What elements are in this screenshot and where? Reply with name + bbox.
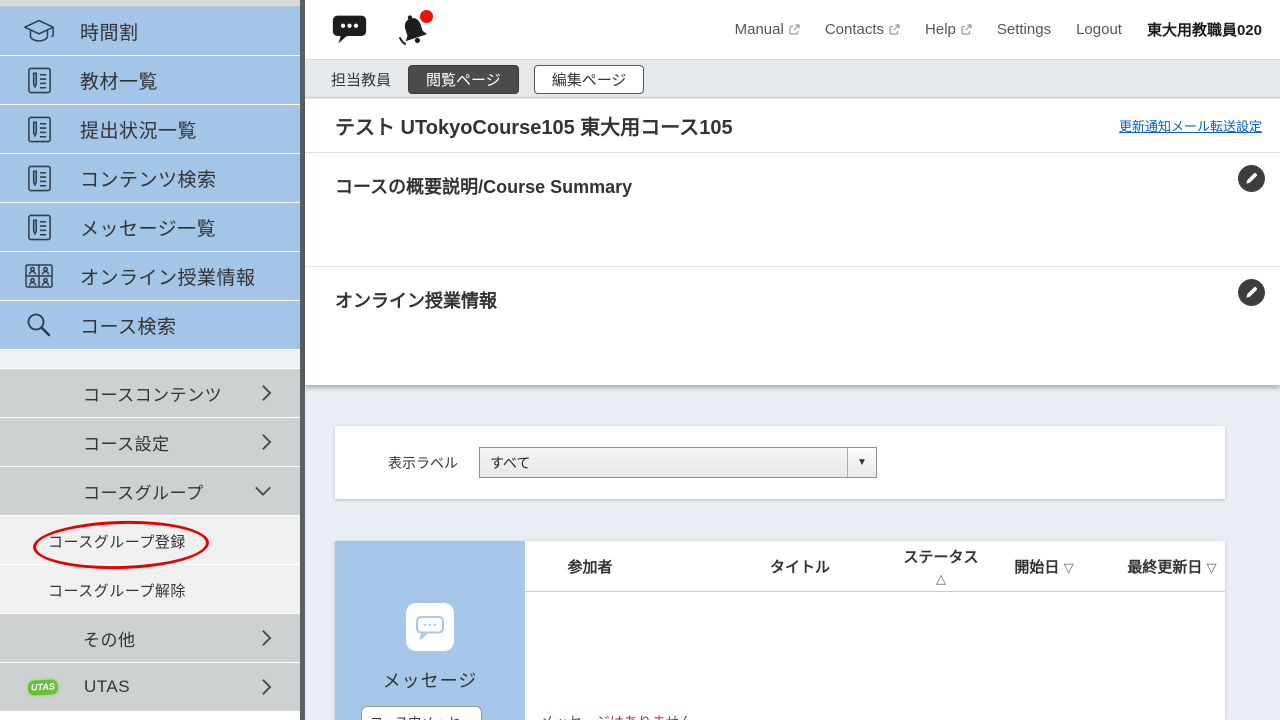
settings-link[interactable]: Settings — [997, 21, 1051, 38]
sidebar-gap — [0, 350, 300, 368]
selected-value: すべて — [490, 453, 847, 473]
course-card: テスト UTokyoCourse105 東大用コース105 更新通知メール転送設… — [305, 99, 1280, 385]
message-category-cell: メッセージ コース内メッセー — [335, 541, 525, 720]
search-icon — [22, 311, 56, 339]
sidebar-item-label: 時間割 — [80, 18, 139, 45]
tabbar: 担当教員 閲覧ページ 編集ページ — [305, 61, 1280, 98]
tab-view-page[interactable]: 閲覧ページ — [408, 65, 519, 94]
chevron-right-icon — [261, 384, 272, 402]
graduation-cap-icon — [22, 17, 56, 45]
help-link[interactable]: Help — [925, 21, 972, 38]
sidebar-item-label: コース検索 — [80, 312, 177, 339]
sidebar-item-course-settings[interactable]: コース設定 — [0, 418, 300, 466]
message-bubble-icon — [406, 603, 454, 651]
sidebar-item-label: 提出状況一覧 — [80, 116, 197, 143]
notification-badge — [420, 10, 433, 23]
chevron-right-icon — [261, 629, 272, 647]
sidebar-item-label: UTAS — [84, 677, 130, 697]
contacts-link[interactable]: Contacts — [825, 21, 900, 38]
chevron-right-icon — [261, 678, 272, 696]
column-header-start-date[interactable]: 開始日 ▽ — [1014, 556, 1073, 577]
sidebar-item-others[interactable]: その他 — [0, 614, 300, 662]
edit-summary-button[interactable] — [1238, 165, 1265, 192]
mail-forward-settings-link[interactable]: 更新通知メール転送設定 — [1119, 116, 1262, 135]
video-grid-icon — [22, 263, 56, 289]
sidebar-item-online-class-info[interactable]: オンライン授業情報 — [0, 252, 300, 300]
dropdown-arrow-icon: ▼ — [847, 448, 876, 477]
sort-asc-icon: △ — [936, 571, 946, 586]
page-title: テスト UTokyoCourse105 東大用コース105 — [335, 111, 733, 140]
clipboard-icon — [22, 164, 56, 193]
table-header-row: 参加者 タイトル ステータス △ 開始日 ▽ 最終更新日 ▽ — [525, 541, 1225, 592]
filter-panel: 表示ラベル すべて ▼ — [335, 426, 1225, 499]
sort-desc-icon: ▽ — [1207, 560, 1217, 575]
column-header-participants[interactable]: 参加者 — [567, 556, 612, 577]
sidebar-item-label: コースグループ — [83, 479, 204, 504]
username: 東大用教職員020 — [1147, 19, 1262, 40]
pencil-icon — [1244, 171, 1259, 186]
label-filter-select[interactable]: すべて ▼ — [479, 447, 877, 478]
sidebar-item-course-group-register[interactable]: コースグループ登録 — [0, 516, 300, 564]
utas-logo: UTAS — [26, 680, 60, 695]
sidebar-item-course-contents[interactable]: コースコンテンツ — [0, 369, 300, 417]
topbar: Manual Contacts Help Settings Logout 東大用… — [305, 0, 1280, 60]
sidebar-item-course-group[interactable]: コースグループ — [0, 467, 300, 515]
external-link-icon — [788, 24, 800, 36]
edit-online-class-button[interactable] — [1238, 279, 1265, 306]
message-table-panel: メッセージ コース内メッセー 参加者 タイトル ステータス △ 開始日 ▽ 最終… — [335, 541, 1225, 720]
course-message-button[interactable]: コース内メッセー — [361, 706, 482, 720]
message-panel-title: メッセージ — [335, 667, 525, 693]
sidebar-top-strip — [0, 0, 300, 7]
sidebar-item-timetable[interactable]: 時間割 — [0, 7, 300, 55]
sidebar-item-materials[interactable]: 教材一覧 — [0, 56, 300, 104]
sidebar-item-label: オンライン授業情報 — [80, 263, 256, 290]
external-link-icon — [960, 24, 972, 36]
online-class-info-section: オンライン授業情報 — [305, 267, 1280, 384]
section-title: コースの概要説明/Course Summary — [335, 173, 632, 199]
main-area: Manual Contacts Help Settings Logout 東大用… — [305, 0, 1280, 720]
sidebar-item-message-list[interactable]: メッセージ一覧 — [0, 203, 300, 251]
course-summary-section: コースの概要説明/Course Summary — [305, 153, 1280, 267]
manual-link[interactable]: Manual — [735, 21, 800, 38]
sidebar-item-label: コースグループ登録 — [48, 531, 186, 552]
pencil-icon — [1244, 285, 1259, 300]
tab-edit-page[interactable]: 編集ページ — [534, 65, 645, 94]
sidebar-item-label: 教材一覧 — [80, 67, 158, 94]
clipboard-icon — [22, 115, 56, 144]
section-title: オンライン授業情報 — [335, 287, 497, 313]
sidebar-item-label: コースコンテンツ — [83, 381, 222, 406]
sidebar-item-label: コンテンツ検索 — [80, 165, 217, 192]
role-label: 担当教員 — [331, 69, 391, 90]
column-header-status[interactable]: ステータス △ — [903, 547, 978, 589]
sidebar: 時間割 教材一覧 提出状況一覧 — [0, 0, 300, 720]
chevron-down-icon — [254, 486, 272, 497]
notifications-bell-icon[interactable] — [396, 12, 432, 48]
sort-desc-icon: ▽ — [1064, 560, 1074, 575]
clipboard-icon — [22, 213, 56, 242]
column-header-last-updated[interactable]: 最終更新日 ▽ — [1127, 556, 1216, 577]
sidebar-item-course-group-release[interactable]: コースグループ解除 — [0, 565, 300, 613]
messages-icon[interactable] — [331, 13, 368, 46]
chevron-right-icon — [261, 433, 272, 451]
clipboard-icon — [22, 66, 56, 95]
logout-link[interactable]: Logout — [1076, 21, 1122, 38]
sidebar-item-label: コース設定 — [83, 430, 170, 455]
display-label: 表示ラベル — [388, 453, 458, 473]
empty-message-clipped: メッセージはありません。 — [540, 714, 707, 720]
sidebar-item-content-search[interactable]: コンテンツ検索 — [0, 154, 300, 202]
sidebar-item-label: コースグループ解除 — [48, 580, 186, 601]
sidebar-item-utas[interactable]: UTAS UTAS — [0, 663, 300, 711]
external-link-icon — [888, 24, 900, 36]
sidebar-item-label: メッセージ一覧 — [80, 214, 216, 241]
topbar-links: Manual Contacts Help Settings Logout 東大用… — [735, 19, 1262, 40]
sidebar-item-label: その他 — [83, 626, 136, 651]
column-header-title[interactable]: タイトル — [770, 556, 830, 577]
sidebar-item-course-search[interactable]: コース検索 — [0, 301, 300, 349]
sidebar-item-submission-status[interactable]: 提出状況一覧 — [0, 105, 300, 153]
